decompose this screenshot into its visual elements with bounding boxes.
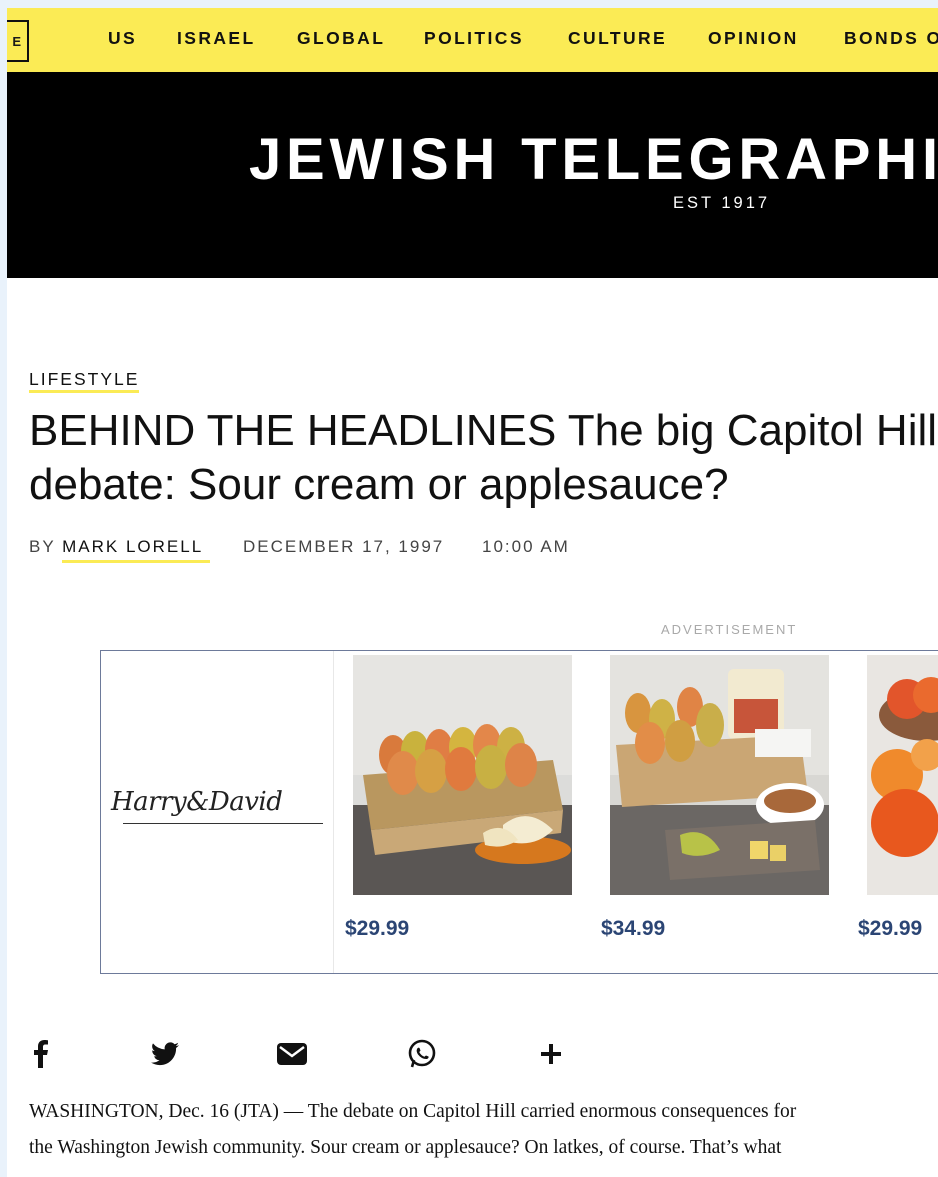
masthead: JEWISH TELEGRAPHIC EST 1917 [7, 72, 938, 278]
ad-product-price-1[interactable]: $29.99 [345, 917, 409, 941]
nav-item-politics[interactable]: POLITICS [424, 28, 524, 49]
nav-item-israel[interactable]: ISRAEL [177, 28, 256, 49]
advertisement-banner[interactable]: Harry&David $29.99 $34.99 $29.99 [100, 650, 938, 974]
menu-button[interactable]: E [7, 20, 29, 62]
article-body-line: WASHINGTON, Dec. 16 (JTA) — The debate o… [29, 1101, 797, 1122]
category-underline [29, 390, 139, 393]
ad-brand-underline [123, 823, 323, 824]
ad-divider [333, 651, 334, 973]
ad-product-image-pears[interactable] [353, 655, 572, 895]
nav-item-bonds[interactable]: BONDS O [844, 28, 938, 49]
menu-button-label: E [12, 33, 22, 49]
ad-product-image-gift-box[interactable] [610, 655, 829, 895]
top-navigation-bar: E US ISRAEL GLOBAL POLITICS CULTURE OPIN… [7, 8, 938, 72]
article-body: WASHINGTON, Dec. 16 (JTA) — The debate o… [29, 1094, 938, 1166]
category-link[interactable]: LIFESTYLE [29, 369, 139, 390]
ad-product-image-oranges[interactable] [867, 655, 938, 895]
ad-product-price-2[interactable]: $34.99 [601, 917, 665, 941]
nav-item-opinion[interactable]: OPINION [708, 28, 799, 49]
article-time: 10:00 AM [482, 537, 570, 556]
article-headline: BEHIND THE HEADLINES The big Capitol Hil… [29, 406, 938, 509]
facebook-icon[interactable] [25, 1037, 55, 1071]
share-bar [25, 1037, 585, 1073]
browser-left-strip [0, 0, 7, 1177]
nav-item-global[interactable]: GLOBAL [297, 28, 385, 49]
ad-brand-logo[interactable]: Harry&David [111, 787, 283, 817]
author-link[interactable]: MARK LORELL [62, 537, 203, 556]
plus-icon[interactable] [536, 1037, 566, 1071]
ad-product-price-3[interactable]: $29.99 [858, 917, 922, 941]
twitter-icon[interactable] [150, 1037, 180, 1071]
nav-item-us[interactable]: US [108, 28, 137, 49]
established-label: EST 1917 [673, 194, 771, 212]
article-body-line: the Washington Jewish community. Sour cr… [29, 1137, 782, 1158]
article-date: DECEMBER 17, 1997 [243, 537, 445, 556]
email-icon[interactable] [277, 1037, 307, 1071]
author-underline [62, 560, 210, 563]
browser-top-strip [0, 0, 938, 8]
whatsapp-icon[interactable] [407, 1037, 437, 1071]
nav-item-culture[interactable]: CULTURE [568, 28, 667, 49]
byline-prefix: BY [29, 537, 56, 556]
advertisement-label: ADVERTISEMENT [661, 622, 798, 637]
site-logo[interactable]: JEWISH TELEGRAPHIC [249, 126, 938, 193]
byline: BY MARK LORELL [29, 537, 203, 557]
